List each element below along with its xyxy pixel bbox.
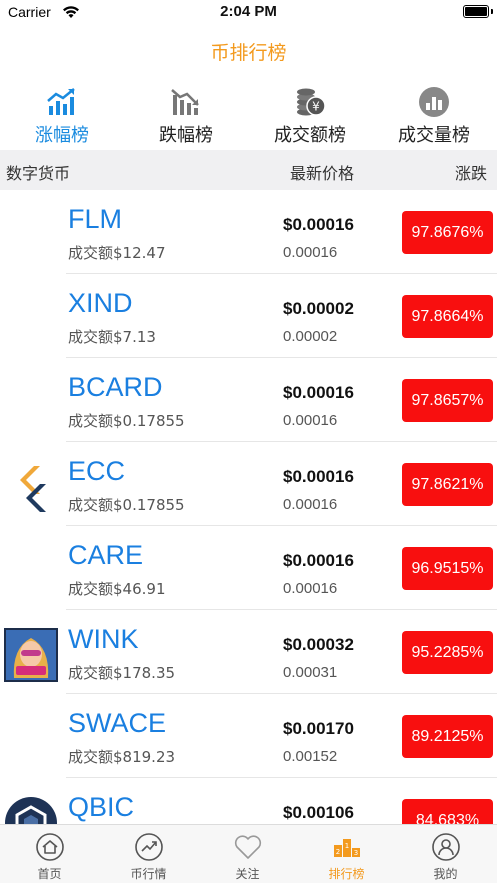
coin-price: $0.00106	[283, 803, 354, 822]
coin-price: $0.00002	[283, 299, 354, 318]
coins-icon: ¥	[297, 88, 326, 116]
svg-text:2: 2	[336, 848, 340, 856]
coin-row[interactable]: QBIC $0.00106 84.683%	[0, 778, 497, 824]
svg-text:¥: ¥	[312, 100, 320, 114]
coin-price-sub: 0.00016	[283, 496, 338, 513]
bottom-tab-bar: 首页 币行情 关注 2 1 3 排行榜 我的	[0, 824, 497, 883]
qbic-logo-icon	[5, 797, 57, 824]
coin-row[interactable]: WINK 成交额$178.35 $0.00032 0.00031 95.2285…	[0, 610, 497, 694]
clock: 2:04 PM	[220, 3, 277, 20]
chart-up-icon	[47, 88, 75, 115]
market-icon	[135, 833, 163, 861]
coin-volume: 成交额$12.47	[68, 244, 166, 262]
coin-volume: 成交额$178.35	[68, 664, 176, 682]
ranking-tabs: 涨幅榜 跌幅榜 ¥ 成交额榜 成交量榜	[0, 84, 497, 150]
change-badge: 84.683%	[402, 799, 493, 824]
header-change: 涨跌	[454, 164, 487, 183]
wink-avatar-icon	[4, 628, 58, 682]
ecc-logo-icon	[20, 466, 46, 512]
bottom-tab-label: 我的	[433, 867, 458, 881]
bottom-tab-label: 首页	[37, 867, 62, 881]
coin-price: $0.00016	[283, 383, 354, 402]
tab-label: 成交量榜	[398, 125, 470, 146]
coin-row[interactable]: FLM 成交额$12.47 $0.00016 0.00016 97.8676%	[0, 190, 497, 274]
change-badge: 89.2125%	[402, 715, 493, 758]
coin-row[interactable]: BCARD 成交额$0.17855 $0.00016 0.00016 97.86…	[0, 358, 497, 442]
bottom-tab-label: 关注	[235, 867, 260, 881]
coin-volume: 成交额$0.17855	[68, 496, 185, 514]
coin-price-sub: 0.00016	[283, 580, 338, 597]
tab-turnover[interactable]: ¥ 成交额榜	[248, 84, 372, 150]
volume-icon	[419, 87, 449, 117]
coin-price: $0.00016	[283, 551, 354, 570]
coin-symbol: ECC	[68, 456, 126, 486]
bottom-tab-home[interactable]: 首页	[0, 825, 99, 883]
coin-volume: 成交额$0.17855	[68, 412, 185, 430]
change-badge: 97.8621%	[402, 463, 493, 506]
tab-label: 涨幅榜	[35, 125, 89, 146]
bottom-tab-favorites[interactable]: 关注	[198, 825, 297, 883]
podium-icon: 2 1 3	[334, 839, 360, 857]
home-icon	[36, 833, 64, 861]
coin-symbol: QBIC	[68, 792, 135, 822]
page-title: 币排行榜	[210, 42, 287, 64]
coin-symbol: FLM	[68, 204, 122, 234]
coin-price-sub: 0.00152	[283, 748, 338, 765]
user-icon	[432, 833, 460, 861]
tab-losers[interactable]: 跌幅榜	[124, 84, 248, 150]
coin-price: $0.00170	[283, 719, 354, 738]
coin-row[interactable]: XIND 成交额$7.13 $0.00002 0.00002 97.8664%	[0, 274, 497, 358]
table-header: 数字货币 最新价格 涨跌	[0, 150, 497, 190]
header-price: 最新价格	[290, 164, 355, 183]
change-badge: 96.9515%	[402, 547, 493, 590]
coin-volume: 成交额$7.13	[68, 328, 156, 346]
bottom-tab-market[interactable]: 币行情	[99, 825, 198, 883]
tab-volume[interactable]: 成交量榜	[372, 84, 496, 150]
coin-price-sub: 0.00016	[283, 244, 338, 261]
coin-volume: 成交额$46.91	[68, 580, 166, 598]
coin-symbol: SWACE	[68, 708, 167, 738]
bottom-tab-label: 币行情	[130, 867, 167, 881]
status-bar: Carrier 2:04 PM	[0, 0, 497, 26]
coin-price-sub: 0.00031	[283, 664, 338, 681]
change-badge: 97.8676%	[402, 211, 493, 254]
chart-down-icon	[171, 89, 199, 115]
bottom-tab-rankings[interactable]: 2 1 3 排行榜	[297, 825, 396, 883]
coin-symbol: XIND	[68, 288, 133, 318]
change-badge: 97.8664%	[402, 295, 493, 338]
coin-price: $0.00016	[283, 215, 354, 234]
bottom-tab-label: 排行榜	[328, 867, 365, 881]
coin-row[interactable]: SWACE 成交额$819.23 $0.00170 0.00152 89.212…	[0, 694, 497, 778]
coin-price-sub: 0.00002	[283, 328, 338, 345]
coin-price: $0.00032	[283, 635, 354, 654]
tab-label: 成交额榜	[274, 125, 346, 146]
tab-label: 跌幅榜	[159, 125, 213, 146]
change-badge: 95.2285%	[402, 631, 493, 674]
coin-list: FLM 成交额$12.47 $0.00016 0.00016 97.8676% …	[0, 190, 497, 824]
coin-volume: 成交额$819.23	[68, 748, 176, 766]
bottom-tab-profile[interactable]: 我的	[396, 825, 495, 883]
svg-text:1: 1	[345, 842, 349, 850]
heart-icon	[234, 835, 262, 859]
coin-symbol: BCARD	[68, 372, 163, 402]
coin-price: $0.00016	[283, 467, 354, 486]
header-coin: 数字货币	[6, 164, 71, 183]
tab-gainers[interactable]: 涨幅榜	[0, 84, 124, 150]
coin-row[interactable]: CARE 成交额$46.91 $0.00016 0.00016 96.9515%	[0, 526, 497, 610]
coin-symbol: WINK	[68, 624, 139, 654]
svg-text:3: 3	[354, 849, 358, 857]
battery-icon	[463, 5, 489, 18]
coin-symbol: CARE	[68, 540, 144, 570]
change-badge: 97.8657%	[402, 379, 493, 422]
coin-price-sub: 0.00016	[283, 412, 338, 429]
coin-row[interactable]: ECC 成交额$0.17855 $0.00016 0.00016 97.8621…	[0, 442, 497, 526]
